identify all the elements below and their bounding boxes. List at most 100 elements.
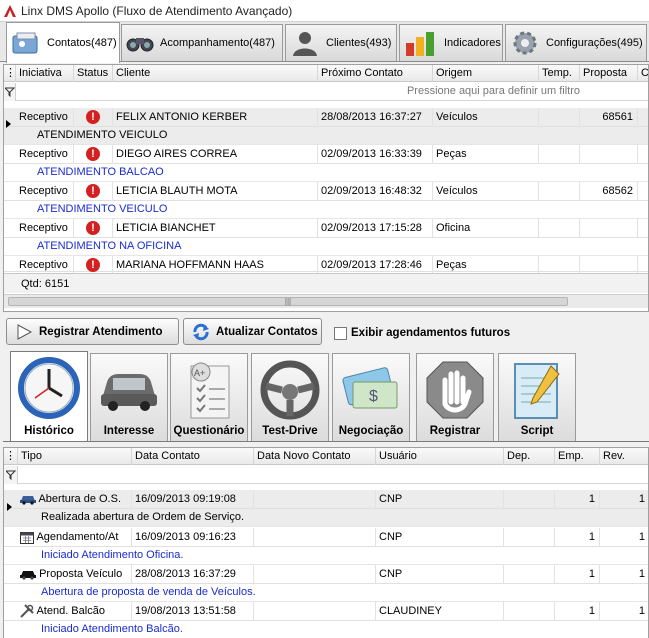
tab-indicadores[interactable]: Indicadores [399, 24, 503, 61]
cell-emp: 1 [555, 528, 600, 547]
col-c[interactable]: C [638, 65, 648, 82]
cell-temp [539, 108, 580, 127]
tab-label: Indicadores [444, 37, 501, 49]
main-tab-bar: Contatos(487) Acompanhamento(487) Client… [0, 22, 649, 63]
contacts-grid-header: ⋮ Iniciativa Status Cliente Próximo Cont… [4, 65, 648, 82]
register-button[interactable]: Registrar Atendimento [6, 318, 179, 345]
cell-data-novo-contato [254, 528, 376, 547]
cell-cliente: LETICIA BIANCHET [113, 219, 318, 238]
cell-status: ! [74, 145, 113, 164]
col-data-novo-contato[interactable]: Data Novo Contato [254, 448, 376, 465]
bar-chart-icon [406, 32, 434, 56]
cell-iniciativa: Receptivo [16, 145, 74, 164]
cell-usuario: CNP [376, 565, 504, 584]
tipo-text: Proposta Veículo [39, 568, 123, 580]
col-cliente[interactable]: Cliente [113, 65, 318, 82]
contacts-icon [12, 32, 38, 54]
tools-icon [20, 604, 34, 618]
table-row[interactable]: Abertura de O.S. 16/09/2013 09:19:08 CNP… [4, 490, 648, 509]
col-iniciativa[interactable]: Iniciativa [16, 65, 74, 82]
col-rev[interactable]: Rev. [600, 448, 648, 465]
horizontal-scrollbar[interactable]: ||| [4, 294, 648, 308]
tab-interesse[interactable]: Interesse [90, 353, 168, 441]
steering-wheel-icon [260, 360, 320, 420]
cell-rev: 1 [600, 602, 648, 621]
table-row[interactable]: Receptivo ! DIEGO AIRES CORREA 02/09/201… [4, 145, 648, 164]
tab-label: Histórico [24, 425, 74, 437]
col-origem[interactable]: Origem [433, 65, 539, 82]
column-chooser-icon[interactable]: ⋮ [4, 65, 16, 82]
car-icon [20, 496, 36, 505]
cell-dep [504, 490, 555, 509]
tab-negociacao[interactable]: $ Negociação [332, 353, 410, 441]
col-status[interactable]: Status [74, 65, 113, 82]
tab-historico[interactable]: Histórico [10, 351, 88, 441]
table-row[interactable]: Proposta Veículo 28/08/2013 16:37:29 CNP… [4, 565, 648, 584]
col-data-contato[interactable]: Data Contato [132, 448, 254, 465]
error-icon: ! [86, 221, 100, 235]
col-usuario[interactable]: Usuário [376, 448, 504, 465]
cell-data-contato: 19/08/2013 13:51:58 [132, 602, 254, 621]
tab-test-drive[interactable]: Test-Drive [251, 353, 329, 441]
app-logo-icon [4, 4, 16, 17]
table-row[interactable]: Receptivo ! FELIX ANTONIO KERBER 28/08/2… [4, 108, 648, 127]
cell-proximo-contato: 02/09/2013 16:33:39 [318, 145, 433, 164]
play-icon [17, 323, 33, 340]
cell-temp [539, 145, 580, 164]
row-description: Realizada abertura de Ordem de Serviço. [4, 509, 648, 527]
future-appointments-checkbox[interactable] [334, 327, 347, 340]
table-row[interactable]: Agendamento/At 16/09/2013 09:16:23 CNP 1… [4, 528, 648, 547]
cell-emp: 1 [555, 602, 600, 621]
current-row-marker-icon [7, 503, 12, 511]
cell-data-novo-contato [254, 565, 376, 584]
register-button-label: Registrar Atendimento [39, 325, 163, 338]
cell-temp [539, 219, 580, 238]
col-proposta[interactable]: Proposta [580, 65, 638, 82]
cell-cliente: DIEGO AIRES CORREA [113, 145, 318, 164]
col-dep[interactable]: Dep. [504, 448, 555, 465]
tab-configuracoes[interactable]: Configurações(495) [505, 24, 647, 61]
error-icon: ! [86, 110, 100, 124]
cell-origem: Veículos [433, 108, 539, 127]
row-description: ATENDIMENTO NA OFICINA [4, 238, 648, 256]
col-temp[interactable]: Temp. [539, 65, 580, 82]
tab-label: Registrar [429, 425, 481, 437]
tab-label: Configurações(495) [546, 37, 643, 49]
tab-contatos[interactable]: Contatos(487) [6, 22, 120, 63]
checklist-icon: A+ [190, 362, 230, 419]
filter-hint: Pressione aqui para definir um filtro [406, 85, 580, 97]
scrollbar-thumb[interactable]: ||| [8, 297, 568, 306]
column-chooser-icon[interactable]: ⋮ [4, 448, 18, 465]
window-title: Linx DMS Apollo (Fluxo de Atendimento Av… [21, 3, 293, 18]
tab-acompanhamento[interactable]: Acompanhamento(487) [121, 24, 283, 61]
history-grid[interactable]: ⋮ Tipo Data Contato Data Novo Contato Us… [3, 447, 649, 638]
table-row[interactable]: Receptivo ! MARIANA HOFFMANN HAAS 02/09/… [4, 256, 648, 275]
refresh-button[interactable]: Atualizar Contatos [183, 318, 322, 345]
table-row[interactable]: Atend. Balcão 19/08/2013 13:51:58 CLAUDI… [4, 602, 648, 621]
cell-rev: 1 [600, 565, 648, 584]
svg-text:A+: A+ [194, 368, 205, 378]
row-description: ATENDIMENTO VEICULO [4, 127, 648, 145]
table-row[interactable]: Receptivo ! LETICIA BLAUTH MOTA 02/09/20… [4, 182, 648, 201]
filter-row[interactable]: Pressione aqui para definir um filtro [4, 83, 648, 101]
cell-proposta [580, 219, 638, 238]
cell-iniciativa: Receptivo [16, 219, 74, 238]
tab-script[interactable]: Script [498, 353, 576, 441]
clock-icon [18, 357, 80, 419]
tab-clientes[interactable]: Clientes(493) [285, 24, 397, 61]
table-row[interactable]: Receptivo ! LETICIA BIANCHET 02/09/2013 … [4, 219, 648, 238]
tab-registrar[interactable]: Registrar [416, 353, 494, 441]
tipo-text: Abertura de O.S. [38, 493, 121, 505]
history-filter-row[interactable] [4, 466, 648, 484]
col-proximo-contato[interactable]: Próximo Contato [318, 65, 433, 82]
tab-questionario[interactable]: A+ Questionário [170, 353, 248, 441]
calendar-icon [20, 531, 34, 544]
col-tipo[interactable]: Tipo [18, 448, 132, 465]
col-emp[interactable]: Emp. [555, 448, 600, 465]
contacts-grid[interactable]: ⋮ Iniciativa Status Cliente Próximo Cont… [3, 64, 649, 312]
cell-iniciativa: Receptivo [16, 108, 74, 127]
tab-label: Clientes(493) [326, 37, 392, 49]
cell-cliente: LETICIA BLAUTH MOTA [113, 182, 318, 201]
tab-label: Script [520, 425, 554, 437]
current-row-marker-icon [6, 120, 11, 128]
